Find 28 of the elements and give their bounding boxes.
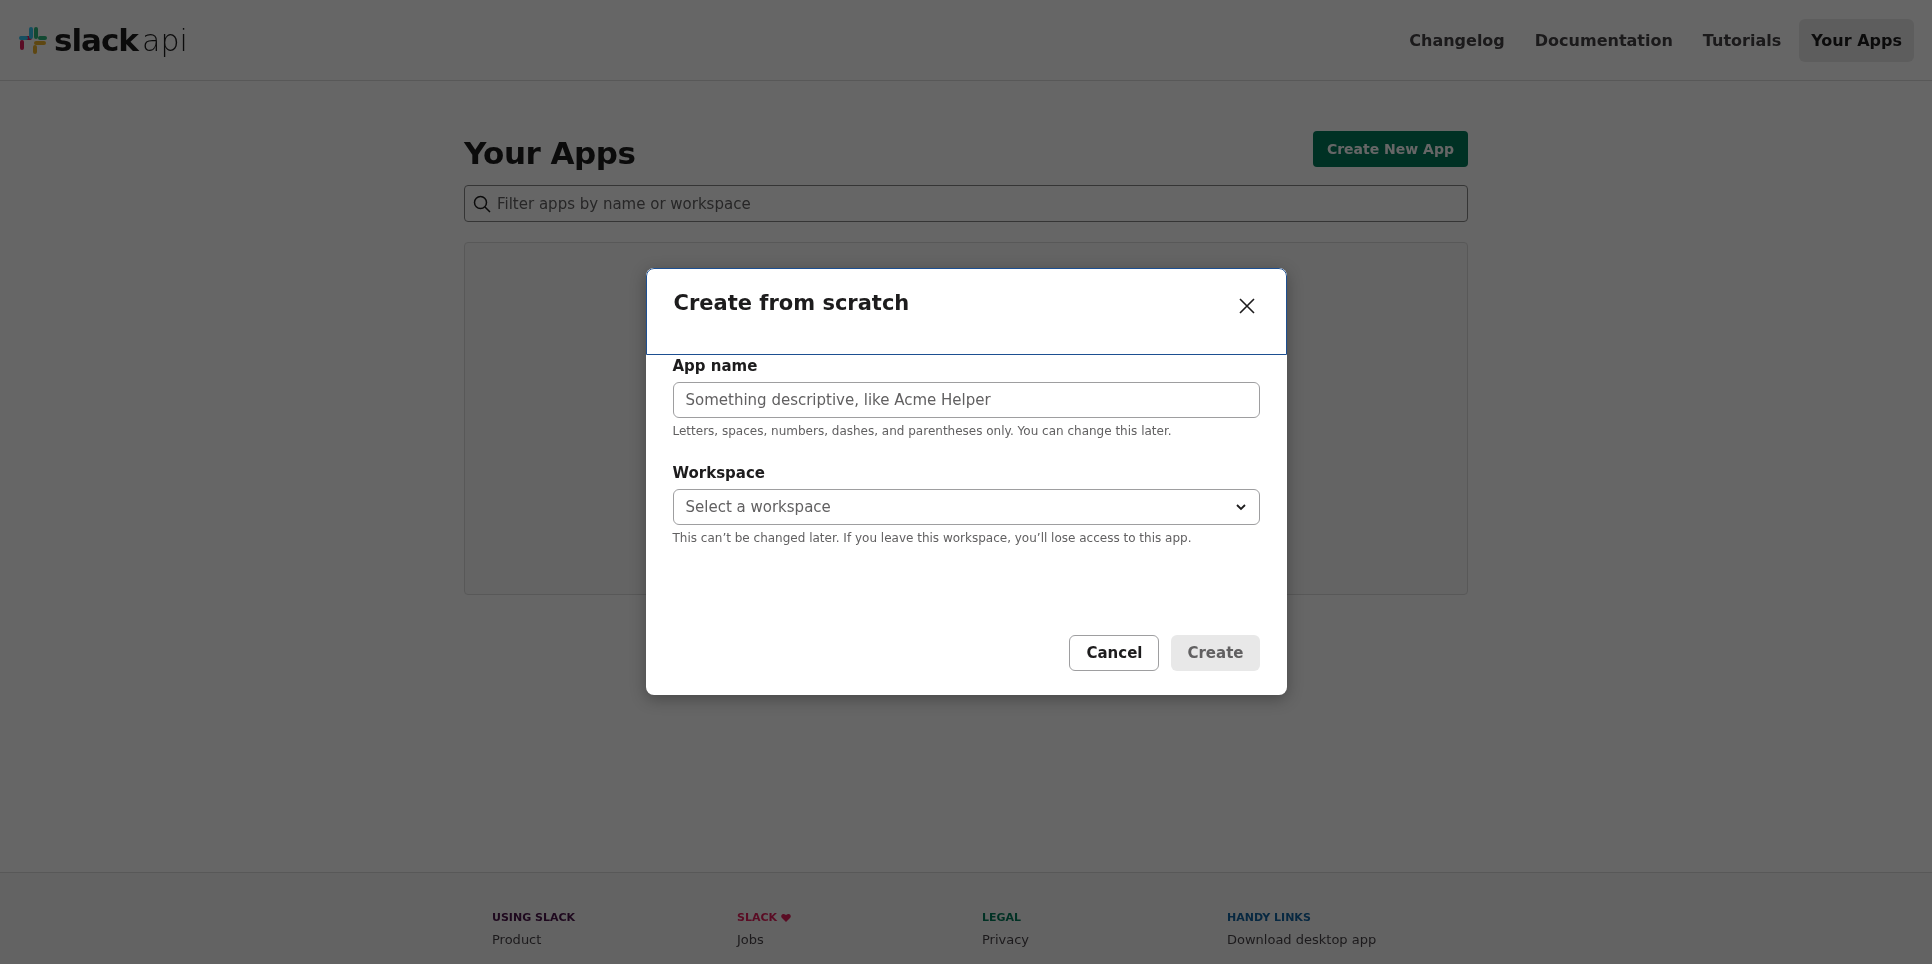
footer-heading: SLACK — [737, 911, 778, 924]
field-hint: Letters, spaces, numbers, dashes, and parentheses only. You can change this later. — [672, 424, 1173, 438]
nav-link[interactable]: Tutorials — [1690, 18, 1794, 62]
field-label: App name — [672, 357, 759, 375]
create-app-button[interactable]: Create New App — [1312, 131, 1468, 167]
field-hint: This can’t be changed later. If you leave this workspace, you’ll lose access to this app. — [672, 531, 1193, 545]
chevron-down-icon — [1234, 503, 1247, 511]
footer-heading: USING SLACK — [492, 911, 576, 924]
slack-logo-icon — [18, 25, 48, 55]
nav-link[interactable]: Your Apps — [1799, 18, 1914, 62]
footer-link[interactable]: Product — [492, 932, 737, 947]
nav-link[interactable]: Documentation — [1522, 18, 1685, 62]
footer-heading: HANDY LINKS — [1227, 911, 1311, 924]
select-field[interactable]: Select a workspace — [672, 489, 1260, 525]
cancel-button[interactable]: Cancel — [1069, 635, 1160, 671]
page-title: Your Apps — [464, 134, 636, 171]
logo-wordmark[interactable]: slackapi — [54, 22, 188, 58]
field-label: Workspace — [672, 464, 767, 482]
heart-icon — [781, 913, 792, 922]
footer-heading: LEGAL — [982, 911, 1022, 924]
search-icon — [473, 195, 491, 213]
footer-link[interactable]: Privacy — [982, 932, 1227, 947]
modal-title: Create from scratch — [673, 291, 910, 315]
footer-link[interactable]: Download desktop app — [1227, 932, 1472, 947]
footer-link[interactable]: Jobs — [737, 932, 982, 947]
nav-link[interactable]: Changelog — [1397, 18, 1517, 62]
input-field[interactable]: Something descriptive, like Acme Helper — [672, 382, 1260, 418]
search-field[interactable]: Filter apps by name or workspace — [464, 185, 1468, 222]
